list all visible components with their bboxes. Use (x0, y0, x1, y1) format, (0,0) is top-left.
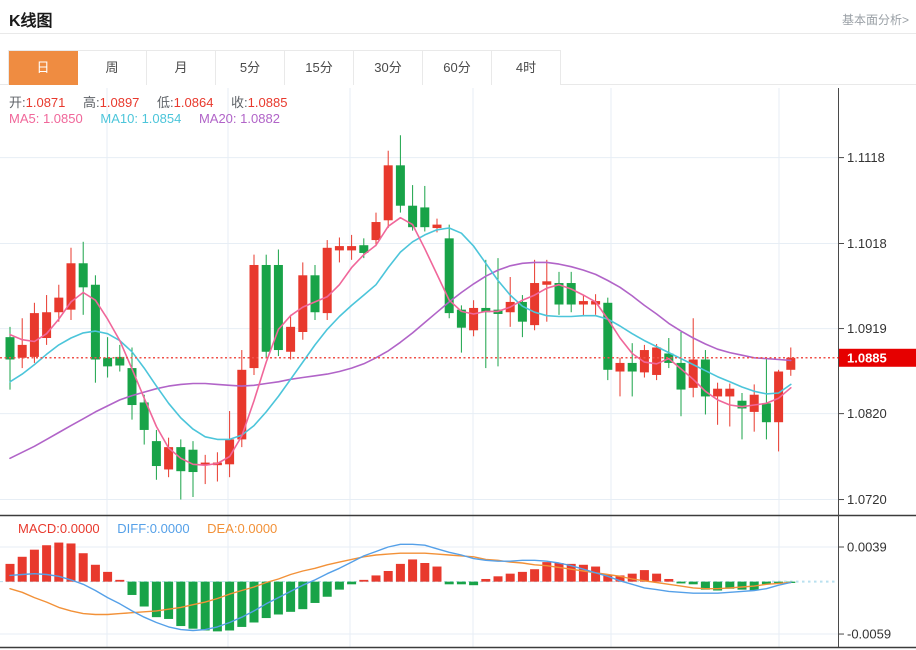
ohlc-legend: 开:1.0871 高:1.0897 低:1.0864 收:1.0885 (9, 92, 287, 111)
diff-label: DIFF: (117, 521, 150, 536)
grid-layer (0, 88, 838, 647)
ma10-line (9, 227, 792, 441)
open-label: 开: (9, 95, 26, 110)
candles-layer (5, 135, 796, 500)
ma20-value: 1.0882 (240, 111, 280, 126)
diff-line (9, 543, 792, 632)
svg-text:0.0039: 0.0039 (847, 540, 887, 555)
macd-axis: 0.0039 -0.0059 (838, 540, 891, 642)
close-label: 收: (231, 95, 248, 110)
svg-text:-0.0059: -0.0059 (847, 627, 891, 642)
svg-text:1.0919: 1.0919 (847, 321, 887, 336)
low-label: 低: (157, 95, 174, 110)
last-price-badge: 1.0885 (838, 348, 916, 367)
dea-value: 0.0000 (237, 521, 278, 536)
dea-label: DEA: (207, 521, 238, 536)
svg-text:1.0885: 1.0885 (847, 350, 887, 365)
svg-text:1.0820: 1.0820 (847, 406, 887, 421)
ma20-label: MA20: (198, 111, 237, 126)
svg-text:1.1018: 1.1018 (847, 236, 887, 251)
open-value: 1.0871 (25, 95, 66, 110)
macd-histogram (5, 542, 796, 632)
high-value: 1.0897 (99, 95, 140, 110)
ma10-value: 1.0854 (141, 111, 182, 126)
ma5-label: MA5: (9, 111, 40, 126)
macd-value: 0.0000 (59, 521, 100, 536)
low-value: 1.0864 (173, 95, 214, 110)
high-label: 高: (83, 95, 100, 110)
svg-text:1.1118: 1.1118 (847, 150, 885, 165)
ma10-label: MA10: (100, 111, 138, 126)
ma5-value: 1.0850 (42, 111, 83, 126)
close-value: 1.0885 (247, 95, 288, 110)
dea-line (9, 552, 792, 616)
diff-value: 0.0000 (149, 521, 190, 536)
svg-text:1.0720: 1.0720 (847, 492, 887, 507)
price-axis: 1.1118 1.1018 1.0919 1.0820 1.0720 (838, 150, 887, 507)
macd-label: MACD: (18, 521, 60, 536)
macd-legend: MACD:0.0000 DIFF:0.0000 DEA:0.0000 (18, 521, 277, 536)
ma-legend: MA5: 1.0850 MA10: 1.0854 MA20: 1.0882 (9, 111, 280, 126)
ma20-line (9, 261, 792, 460)
